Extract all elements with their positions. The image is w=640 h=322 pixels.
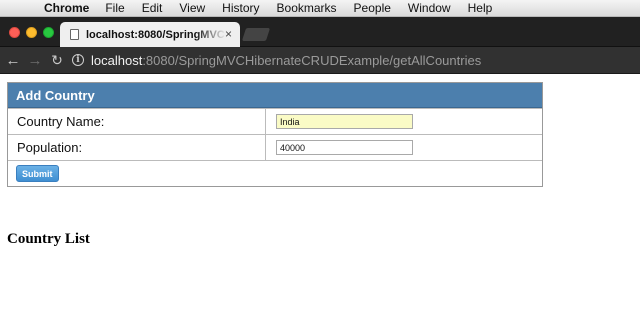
window-zoom-button[interactable] [43,27,54,38]
url-host: localhost [91,52,143,68]
new-tab-button[interactable] [241,28,271,41]
menu-window[interactable]: Window [408,1,451,15]
arrow-right-icon[interactable]: → [24,52,46,69]
form-header: Add Country [8,83,542,108]
menu-people[interactable]: People [354,1,391,15]
arrow-left-icon[interactable]: ← [2,52,24,69]
population-row: Population: [8,134,542,160]
country-name-row: Country Name: [8,108,542,134]
menu-file[interactable]: File [105,1,124,15]
menu-history[interactable]: History [222,1,259,15]
country-name-cell [266,109,542,134]
tab-title: localhost:8080/SpringMVCHibernateCRUDExa… [86,28,226,41]
window-minimize-button[interactable] [26,27,37,38]
add-country-form: Add Country Country Name: Population: Su… [7,82,543,187]
address-url[interactable]: localhost:8080/SpringMVCHibernateCRUDExa… [91,53,481,68]
window-close-button[interactable] [9,27,20,38]
tab-strip: localhost:8080/SpringMVCHibernateCRUDExa… [0,17,640,47]
menu-view[interactable]: View [179,1,205,15]
population-input[interactable] [276,140,413,155]
population-label: Population: [8,135,266,160]
menu-help[interactable]: Help [468,1,493,15]
tab-close-icon[interactable]: × [225,27,232,41]
population-cell [266,135,542,160]
submit-row: Submit [8,160,542,186]
country-name-input[interactable] [276,114,413,129]
country-list-heading: Country List [7,231,90,247]
system-menu-bar: Chrome File Edit View History Bookmarks … [0,0,640,17]
menu-app-chrome[interactable]: Chrome [44,1,89,15]
tab-active[interactable]: localhost:8080/SpringMVCHibernateCRUDExa… [60,22,240,47]
page-content: Add Country Country Name: Population: Su… [0,75,640,322]
submit-button[interactable]: Submit [16,165,59,182]
browser-toolbar: ← → ↻ i localhost:8080/SpringMVCHibernat… [0,47,640,74]
page-icon [70,29,79,40]
menu-edit[interactable]: Edit [142,1,163,15]
menu-bookmarks[interactable]: Bookmarks [277,1,337,15]
info-icon[interactable]: i [72,54,84,66]
address-bar[interactable]: i localhost:8080/SpringMVCHibernateCRUDE… [72,51,638,70]
reload-icon[interactable]: ↻ [46,52,68,69]
url-path: :8080/SpringMVCHibernateCRUDExample/getA… [142,52,482,68]
country-name-label: Country Name: [8,109,266,134]
